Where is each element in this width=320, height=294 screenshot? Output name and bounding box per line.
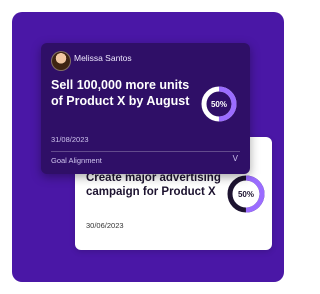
goal-alignment-label: Goal Alignment (51, 156, 102, 165)
avatar (51, 51, 71, 71)
goals-panel: Create major advertising campaign for Pr… (12, 12, 284, 282)
goal-title: Create major advertising campaign for Pr… (86, 172, 221, 198)
owner-name: Melissa Santos (74, 53, 132, 63)
progress-ring: 50% (225, 173, 267, 215)
chevron-down-icon[interactable]: V (233, 154, 238, 163)
progress-ring: 50% (199, 84, 239, 124)
divider (51, 151, 240, 152)
goal-title: Sell 100,000 more units of Product X by … (51, 78, 190, 108)
goal-card-sales[interactable]: Melissa Santos Sell 100,000 more units o… (41, 43, 250, 174)
goal-date: 31/08/2023 (51, 135, 89, 144)
progress-label: 50% (237, 189, 254, 199)
progress-label: 50% (210, 99, 227, 109)
goal-date: 30/06/2023 (86, 221, 124, 230)
